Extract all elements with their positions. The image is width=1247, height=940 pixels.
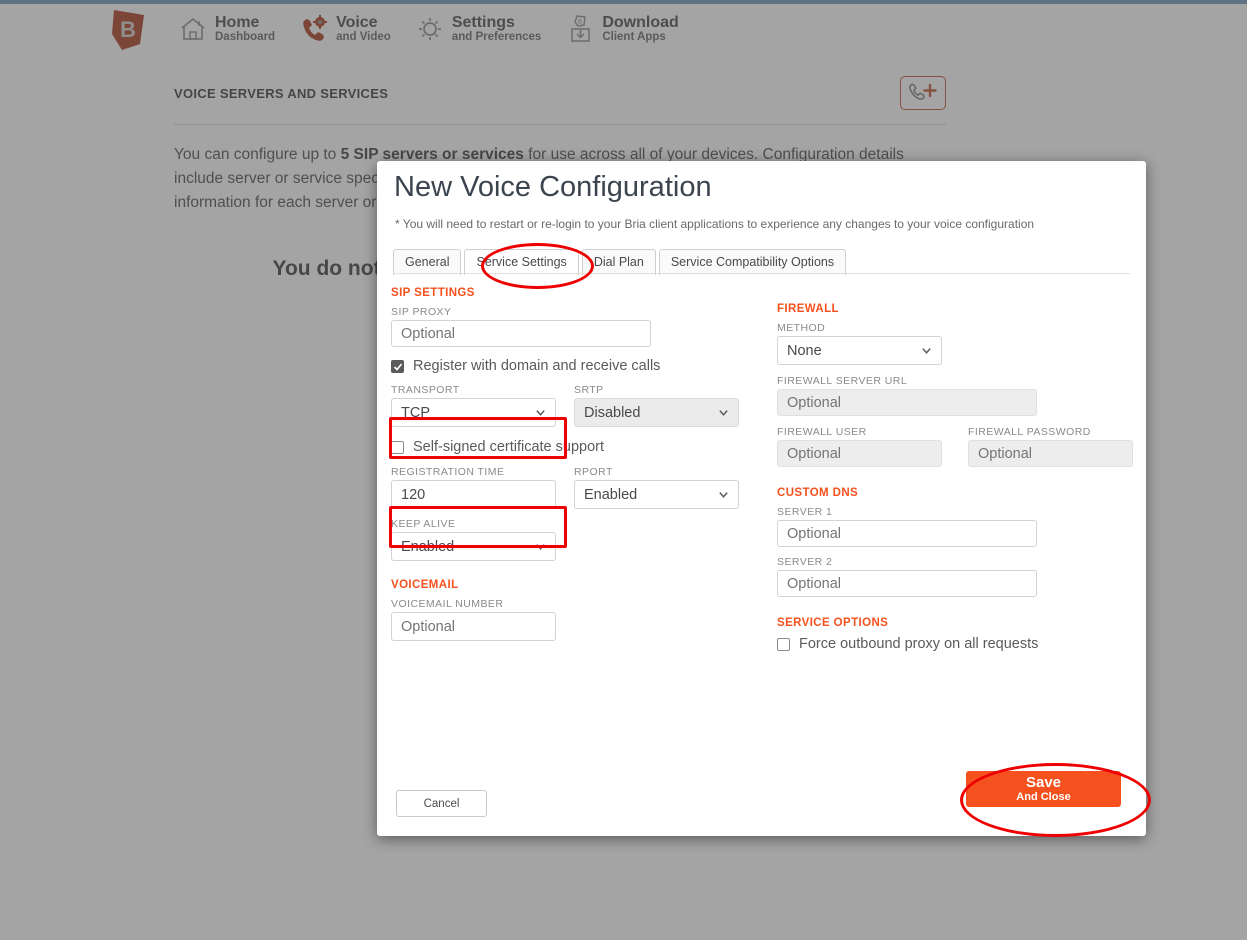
register-with-domain-label: Register with domain and receive calls	[413, 358, 661, 374]
firewall-method-label: METHOD	[777, 322, 826, 334]
sip-settings-group-title: SIP SETTINGS	[391, 287, 475, 299]
rport-select[interactable]: Enabled	[574, 480, 739, 509]
dns-server-1-field: SERVER 1	[777, 506, 1037, 547]
firewall-user-field: FIREWALL USER	[777, 426, 942, 467]
transport-field: TRANSPORT TCP	[391, 384, 556, 427]
save-and-close-button[interactable]: Save And Close	[966, 771, 1121, 807]
chevron-down-icon	[719, 410, 728, 416]
srtp-label: SRTP	[574, 384, 604, 396]
dns-server-2-label: SERVER 2	[777, 556, 833, 568]
rport-field: RPORT Enabled	[574, 466, 739, 509]
force-outbound-proxy-label: Force outbound proxy on all requests	[799, 636, 1039, 652]
save-button-line2: And Close	[1016, 790, 1071, 803]
tab-general[interactable]: General	[393, 249, 462, 275]
registration-time-field: REGISTRATION TIME	[391, 466, 556, 509]
registration-rport-row: REGISTRATION TIME RPORT Enabled	[391, 466, 751, 509]
srtp-select-value: Disabled	[584, 404, 641, 421]
firewall-server-url-field: FIREWALL SERVER URL	[777, 375, 1037, 416]
dialog-tabs: General Service Settings Dial Plan Servi…	[393, 249, 849, 275]
tabs-underline	[393, 273, 1130, 274]
chevron-down-icon	[536, 544, 545, 550]
service-options-group-title: SERVICE OPTIONS	[777, 617, 889, 629]
firewall-password-input[interactable]	[968, 440, 1133, 467]
firewall-method-select-value: None	[787, 342, 822, 359]
firewall-password-field: FIREWALL PASSWORD	[968, 426, 1133, 467]
sip-proxy-label: SIP PROXY	[391, 306, 452, 318]
sip-proxy-input[interactable]	[391, 320, 651, 347]
force-outbound-proxy-checkbox-row[interactable]: Force outbound proxy on all requests	[777, 636, 1137, 652]
sip-proxy-field: SIP PROXY	[391, 306, 751, 347]
dialog-title: New Voice Configuration	[394, 171, 712, 203]
keep-alive-label: KEEP ALIVE	[391, 518, 456, 530]
firewall-user-input[interactable]	[777, 440, 942, 467]
cancel-button[interactable]: Cancel	[396, 790, 487, 817]
firewall-server-url-input[interactable]	[777, 389, 1037, 416]
dns-server-2-field: SERVER 2	[777, 556, 1037, 597]
self-signed-certificate-checkbox-row[interactable]: Self-signed certificate support	[391, 439, 751, 455]
firewall-method-field: METHOD None	[777, 322, 942, 365]
firewall-server-url-label: FIREWALL SERVER URL	[777, 375, 908, 387]
register-with-domain-checkbox-row[interactable]: Register with domain and receive calls	[391, 358, 751, 374]
dialog-note: * You will need to restart or re-login t…	[395, 217, 1035, 231]
chevron-down-icon	[922, 348, 931, 354]
firewall-user-label: FIREWALL USER	[777, 426, 867, 438]
chevron-down-icon	[719, 492, 728, 498]
tab-dial-plan[interactable]: Dial Plan	[581, 249, 656, 275]
self-signed-certificate-checkbox[interactable]	[391, 440, 404, 454]
form-left-column: SIP SETTINGS SIP PROXY Register with dom…	[391, 287, 751, 641]
rport-select-value: Enabled	[584, 486, 638, 503]
custom-dns-group-title: CUSTOM DNS	[777, 487, 859, 499]
voicemail-number-input[interactable]	[391, 612, 556, 641]
new-voice-configuration-dialog: New Voice Configuration * You will need …	[377, 161, 1146, 836]
srtp-select[interactable]: Disabled	[574, 398, 739, 427]
chevron-down-icon	[536, 410, 545, 416]
registration-time-label: REGISTRATION TIME	[391, 466, 505, 478]
tab-service-compatibility-options[interactable]: Service Compatibility Options	[658, 249, 847, 275]
tab-service-settings[interactable]: Service Settings	[464, 249, 579, 275]
form-right-column: FIREWALL METHOD None FIREWALL SERVER URL…	[777, 287, 1137, 652]
firewall-group-title: FIREWALL	[777, 303, 839, 315]
register-with-domain-checkbox[interactable]	[391, 359, 404, 373]
srtp-field: SRTP Disabled	[574, 384, 739, 427]
save-button-line1: Save	[1025, 773, 1062, 791]
force-outbound-proxy-checkbox[interactable]	[777, 637, 790, 651]
keep-alive-field: KEEP ALIVE Enabled	[391, 518, 556, 561]
transport-srtp-row: TRANSPORT TCP SRTP Disabled	[391, 384, 751, 427]
firewall-method-select[interactable]: None	[777, 336, 942, 365]
keep-alive-select[interactable]: Enabled	[391, 532, 556, 561]
firewall-password-label: FIREWALL PASSWORD	[968, 426, 1091, 438]
registration-time-input[interactable]	[391, 480, 556, 509]
dns-server-1-input[interactable]	[777, 520, 1037, 547]
firewall-credentials-row: FIREWALL USER FIREWALL PASSWORD	[777, 426, 1137, 467]
dns-server-2-input[interactable]	[777, 570, 1037, 597]
rport-label: RPORT	[574, 466, 613, 478]
self-signed-certificate-label: Self-signed certificate support	[413, 439, 605, 455]
transport-select-value: TCP	[401, 404, 430, 421]
transport-label: TRANSPORT	[391, 384, 460, 396]
dns-server-1-label: SERVER 1	[777, 506, 833, 518]
voicemail-number-label: VOICEMAIL NUMBER	[391, 598, 504, 610]
voicemail-number-field: VOICEMAIL NUMBER	[391, 598, 556, 641]
keep-alive-select-value: Enabled	[401, 538, 455, 555]
voicemail-group-title: VOICEMAIL	[391, 579, 459, 591]
transport-select[interactable]: TCP	[391, 398, 556, 427]
